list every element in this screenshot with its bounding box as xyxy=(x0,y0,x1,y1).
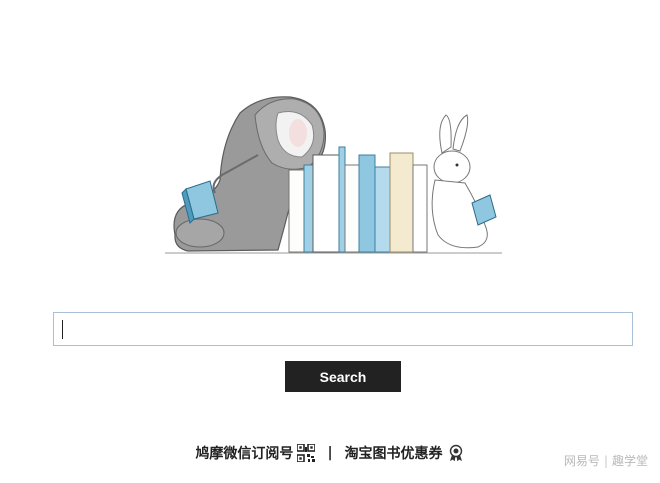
elephant-rabbit-books-illustration xyxy=(165,96,502,254)
search-button[interactable]: Search xyxy=(285,361,401,392)
search-input[interactable] xyxy=(54,313,632,345)
award-badge-icon xyxy=(449,444,462,462)
footer-separator: | xyxy=(327,445,333,461)
page: Search 鸠摩微信订阅号 | 淘宝图书优惠券 网易号 | 趣学堂 xyxy=(0,0,660,483)
footer-links: 鸠摩微信订阅号 | 淘宝图书优惠券 xyxy=(0,438,660,468)
watermark-right: 趣学堂 xyxy=(611,454,648,468)
wechat-link-label: 鸠摩微信订阅号 xyxy=(195,446,294,462)
taobao-link-label: 淘宝图书优惠券 xyxy=(344,446,443,462)
wechat-subscription-link[interactable]: 鸠摩微信订阅号 xyxy=(195,443,316,463)
taobao-coupon-link[interactable]: 淘宝图书优惠券 xyxy=(345,443,465,463)
watermark-separator: | xyxy=(603,453,608,468)
text-caret xyxy=(62,320,63,339)
qr-code-icon xyxy=(297,444,316,462)
source-watermark: 网易号 | 趣学堂 xyxy=(564,452,648,469)
watermark-left: 网易号 xyxy=(563,454,600,468)
search-box[interactable] xyxy=(53,312,633,346)
